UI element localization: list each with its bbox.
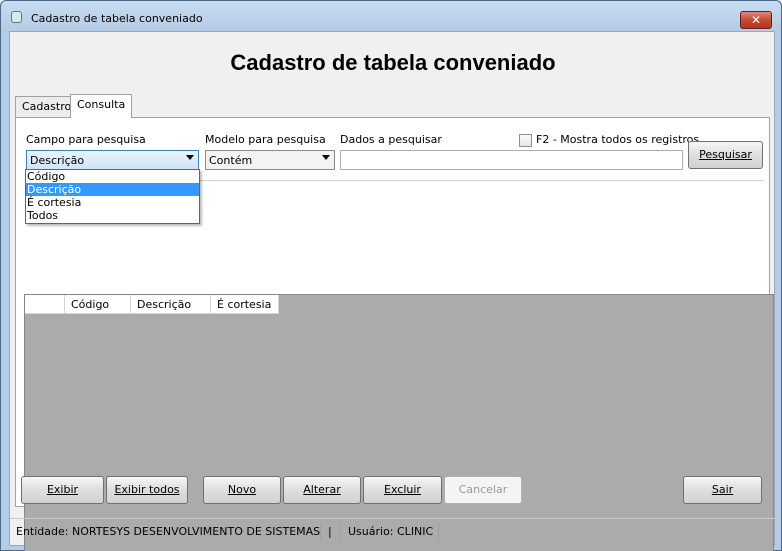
campo-select-value: Descrição xyxy=(30,154,85,167)
app-icon xyxy=(11,11,22,23)
dropdown-option-selected[interactable]: Descrição xyxy=(26,183,199,196)
tab-consulta[interactable]: Consulta xyxy=(70,94,133,118)
modelo-label: Modelo para pesquisa xyxy=(205,133,326,146)
page-title: Cadastro de tabela conveniado xyxy=(230,50,556,75)
dropdown-option[interactable]: Todos xyxy=(26,209,199,222)
status-separator: | xyxy=(328,525,332,538)
exibir-todos-button[interactable]: Exibir todos xyxy=(106,476,188,504)
status-divider xyxy=(320,523,321,541)
status-usuario: Usuário: CLINIC xyxy=(348,525,434,538)
client-area: Cadastro de tabela conveniado Cadastro C… xyxy=(9,31,776,551)
title-bar[interactable]: Cadastro de tabela conveniado ✕ xyxy=(1,1,781,31)
chevron-down-icon xyxy=(186,155,194,160)
alterar-button[interactable]: Alterar xyxy=(283,476,361,504)
grid-row-header xyxy=(25,295,65,314)
close-button[interactable]: ✕ xyxy=(740,11,772,29)
status-bar: Entidade: NORTESYS DESENVOLVIMENTO DE SI… xyxy=(10,518,776,545)
grid-column-header[interactable]: É cortesia xyxy=(211,295,279,314)
campo-label: Campo para pesquisa xyxy=(26,133,146,146)
pesquisar-button[interactable]: Pesquisar xyxy=(688,141,763,169)
app-window: Cadastro de tabela conveniado ✕ Cadastro… xyxy=(0,0,782,551)
f2-label: F2 - Mostra todos os registros xyxy=(536,133,700,146)
status-divider xyxy=(438,523,439,541)
grid-column-header[interactable]: Descrição xyxy=(131,295,211,314)
dados-label: Dados a pesquisar xyxy=(340,133,442,146)
tab-cadastro[interactable]: Cadastro xyxy=(15,96,79,117)
chevron-down-icon xyxy=(322,155,330,160)
novo-button[interactable]: Novo xyxy=(203,476,281,504)
excluir-button[interactable]: Excluir xyxy=(363,476,442,504)
campo-select[interactable]: Descrição xyxy=(26,150,199,170)
results-grid[interactable]: Código Descrição É cortesia xyxy=(24,294,774,551)
sair-button[interactable]: Sair xyxy=(683,476,762,504)
status-divider xyxy=(340,523,341,541)
modelo-select[interactable]: Contém xyxy=(205,150,335,170)
exibir-button[interactable]: Exibir xyxy=(21,476,104,504)
dropdown-option[interactable]: É cortesia xyxy=(26,196,199,209)
dados-input[interactable] xyxy=(340,150,683,170)
f2-checkbox[interactable] xyxy=(519,134,532,147)
campo-dropdown-list[interactable]: Código Descrição É cortesia Todos xyxy=(25,169,200,224)
status-entidade: Entidade: NORTESYS DESENVOLVIMENTO DE SI… xyxy=(16,525,321,538)
modelo-select-value: Contém xyxy=(209,154,253,167)
dropdown-option[interactable]: Código xyxy=(26,170,199,183)
window-title: Cadastro de tabela conveniado xyxy=(31,12,203,25)
grid-column-header[interactable]: Código xyxy=(65,295,131,314)
cancelar-button: Cancelar xyxy=(444,476,522,504)
